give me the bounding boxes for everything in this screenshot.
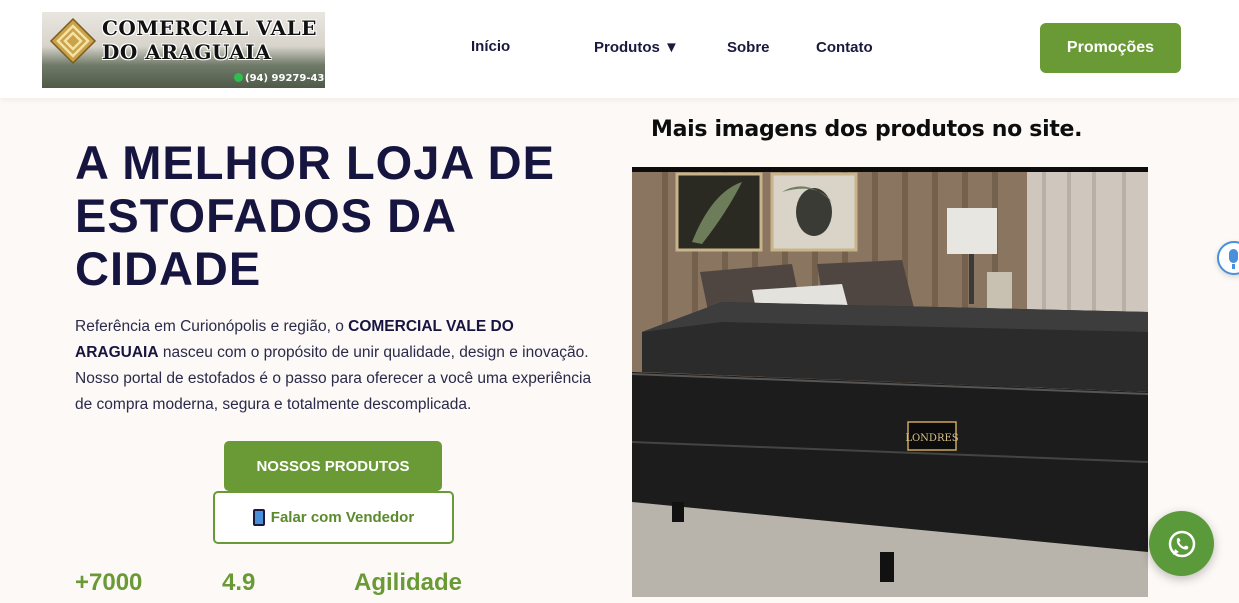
site-header: COMERCIAL VALE DO ARAGUAIA (94) 99279-43… — [0, 0, 1239, 98]
mobile-phone-icon — [252, 509, 265, 526]
microphone-stem — [1232, 264, 1235, 269]
falar-com-vendedor-button[interactable]: Falar com Vendedor — [213, 491, 454, 544]
stat-clients: +7000 — [75, 569, 143, 596]
nav-inicio[interactable]: Início — [471, 38, 510, 55]
whatsapp-icon — [1168, 530, 1195, 557]
whatsapp-floating-button[interactable] — [1149, 511, 1214, 576]
logo-phone-text: (94) 99279-4304 — [245, 73, 325, 84]
nossos-produtos-button[interactable]: NOSSOS PRODUTOS — [224, 441, 442, 491]
nav-produtos-dropdown[interactable]: Produtos ▼ — [594, 39, 679, 56]
hero-description: Referência em Curionópolis e região, o C… — [75, 314, 600, 418]
product-badge-label: LONDRES — [905, 433, 958, 444]
logo-text-line1: COMERCIAL VALE — [102, 16, 317, 40]
stat-agility: Agilidade — [354, 569, 463, 596]
hero-desc-text-1: Referência em Curionópolis e região, o — [75, 318, 349, 335]
logo-phone-number: (94) 99279-4304 — [234, 73, 325, 84]
product-images-caption: Mais imagens dos produtos no site. — [651, 117, 1083, 142]
store-logo[interactable]: COMERCIAL VALE DO ARAGUAIA (94) 99279-43… — [42, 12, 325, 88]
stat-rating: 4.9 — [222, 569, 256, 596]
vendor-button-label: Falar com Vendedor — [270, 509, 415, 526]
hero-title: A MELHOR LOJA DE ESTOFADOS DA CIDADE — [75, 136, 555, 295]
voice-search-button[interactable] — [1217, 241, 1239, 275]
nav-contato[interactable]: Contato — [816, 39, 873, 56]
microphone-icon — [1229, 249, 1238, 263]
promocoes-button[interactable]: Promoções — [1040, 23, 1181, 73]
logo-emblem-icon — [49, 17, 97, 65]
product-bed-image: LONDRES — [632, 172, 1148, 597]
logo-text-line2: DO ARAGUAIA — [102, 40, 272, 64]
nav-sobre[interactable]: Sobre — [727, 39, 770, 56]
whatsapp-icon — [234, 73, 243, 82]
